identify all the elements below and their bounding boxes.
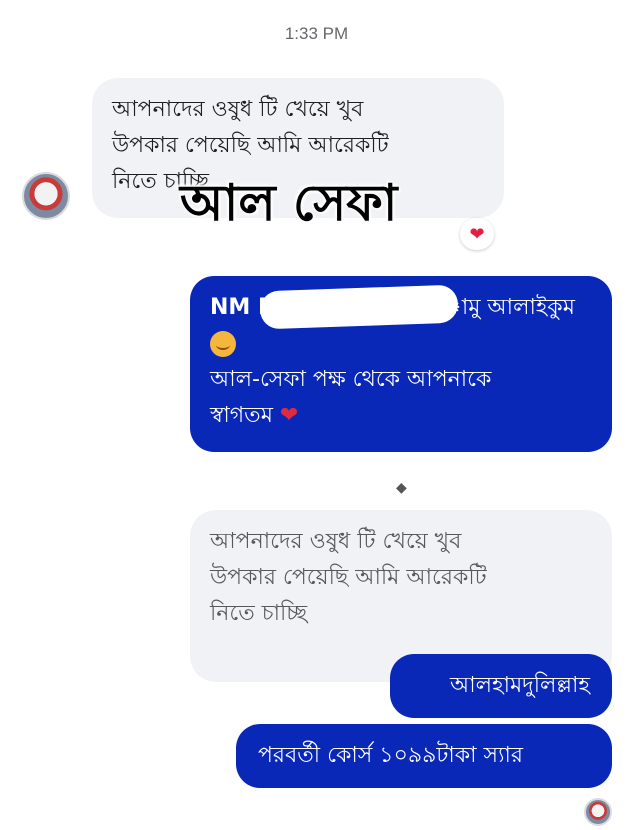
outgoing-message-bubble[interactable]: পরবর্তী কোর্স ১০৯৯টাকা স্যার [236, 724, 612, 788]
message-line: উপকার পেয়েছি আমি আরেকটি [210, 565, 487, 590]
emoji-line [210, 326, 592, 362]
smiling-face-with-hearts-icon [210, 331, 236, 357]
heart-icon: ❤ [469, 223, 485, 245]
avatar[interactable] [22, 172, 70, 220]
greeting-text: ামু আলাইকুম [441, 295, 575, 320]
message-line: উপকার পেয়েছি আমি আরেকটি [112, 133, 389, 158]
name-redaction [259, 284, 459, 330]
reply-arrow-icon: ◆ [396, 480, 407, 496]
heart-reaction-icon[interactable]: ❤ [460, 218, 494, 250]
message-line: আপনাদের ওষুধ টি খেয়ে খুব [210, 529, 462, 554]
outgoing-message-bubble[interactable]: আলহামদুলিল্লাহ [390, 654, 612, 718]
message-line: নিতে চাচ্ছি [210, 601, 308, 626]
message-line: স্বাগতম ❤ [210, 398, 592, 434]
message-timestamp: 1:33 PM [284, 24, 349, 43]
seen-avatar [584, 798, 612, 826]
message-text: আলহামদুলিল্লাহ [449, 673, 590, 698]
watermark-text: আল সেফা [180, 174, 398, 232]
heart-icon: ❤ [279, 403, 299, 428]
message-line: আপনাদের ওষুধ টি খেয়ে খুব [112, 97, 364, 122]
message-line: আল-সেফা পক্ষ থেকে আপনাকে [210, 367, 492, 392]
message-text: পরবর্তী কোর্স ১০৯৯টাকা স্যার [258, 743, 523, 768]
welcome-text: স্বাগতম [210, 403, 273, 428]
